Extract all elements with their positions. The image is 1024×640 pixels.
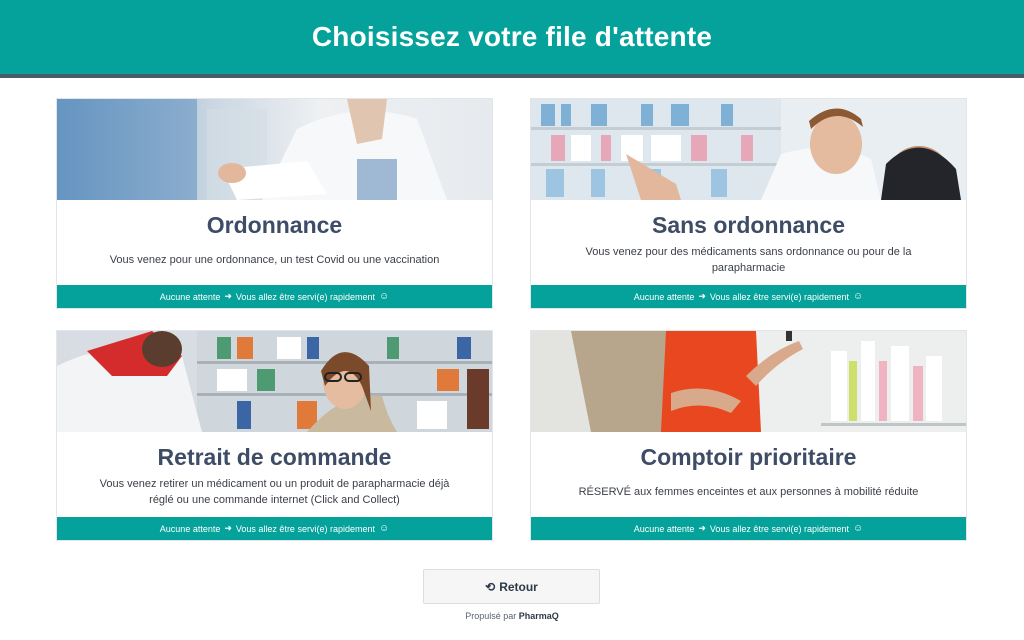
smile-icon: ☺ (378, 291, 390, 302)
powered-by: Propulsé par PharmaQ (0, 611, 1024, 621)
arrow-right-icon: ➜ (224, 291, 232, 301)
footer-served-text: Vous allez être servi(e) rapidement (235, 291, 375, 302)
queue-card-retrait-commande[interactable]: Retrait de commande Vous venez retirer u… (56, 330, 493, 541)
card-footer: Aucune attente ➜ Vous allez être servi(e… (531, 285, 966, 308)
card-footer: Aucune attente ➜ Vous allez être servi(e… (57, 517, 492, 540)
card-description: Vous venez retirer un médicament ou un p… (99, 478, 450, 506)
card-title: Sans ordonnance (652, 212, 845, 238)
credit-brand-link[interactable]: PharmaQ (519, 611, 559, 621)
arrow-right-icon: ➜ (698, 291, 706, 301)
footer-wait-text: Aucune attente (633, 523, 695, 534)
credit-prefix: Propulsé par (465, 611, 517, 621)
queue-card-ordonnance[interactable]: Ordonnance Vous venez pour une ordonnanc… (56, 98, 493, 309)
footer-wait-text: Aucune attente (633, 291, 695, 302)
card-description: Vous venez pour une ordonnance, un test … (109, 254, 440, 266)
page-header: Choisissez votre file d'attente (0, 0, 1024, 78)
undo-icon: ⟲ (485, 579, 496, 594)
page-title: Choisissez votre file d'attente (311, 21, 713, 52)
card-footer: Aucune attente ➜ Vous allez être servi(e… (531, 517, 966, 540)
card-title: Comptoir prioritaire (640, 444, 857, 470)
footer-served-text: Vous allez être servi(e) rapidement (709, 523, 849, 534)
footer-wait-text: Aucune attente (159, 523, 221, 534)
card-footer: Aucune attente ➜ Vous allez être servi(e… (57, 285, 492, 308)
card-photo (57, 331, 492, 432)
card-description: Vous venez pour des médicaments sans ord… (585, 246, 912, 274)
smile-icon: ☺ (852, 291, 864, 302)
card-photo (531, 331, 966, 432)
card-title: Ordonnance (206, 212, 343, 238)
card-photo (57, 99, 492, 200)
footer-wait-text: Aucune attente (159, 291, 221, 302)
card-title: Retrait de commande (157, 444, 392, 470)
arrow-right-icon: ➜ (698, 523, 706, 533)
footer-served-text: Vous allez être servi(e) rapidement (709, 291, 849, 302)
card-photo (531, 99, 966, 200)
queue-card-comptoir-prioritaire[interactable]: Comptoir prioritaire RÉSERVÉ aux femmes … (530, 330, 967, 541)
retour-label: Retour (499, 579, 538, 594)
arrow-right-icon: ➜ (224, 523, 232, 533)
card-description: RÉSERVÉ aux femmes enceintes et aux pers… (578, 486, 919, 498)
smile-icon: ☺ (378, 523, 390, 534)
queue-card-sans-ordonnance[interactable]: Sans ordonnance Vous venez pour des médi… (530, 98, 967, 309)
retour-button[interactable]: ⟲ Retour (423, 569, 600, 604)
footer-served-text: Vous allez être servi(e) rapidement (235, 523, 375, 534)
smile-icon: ☺ (852, 523, 864, 534)
